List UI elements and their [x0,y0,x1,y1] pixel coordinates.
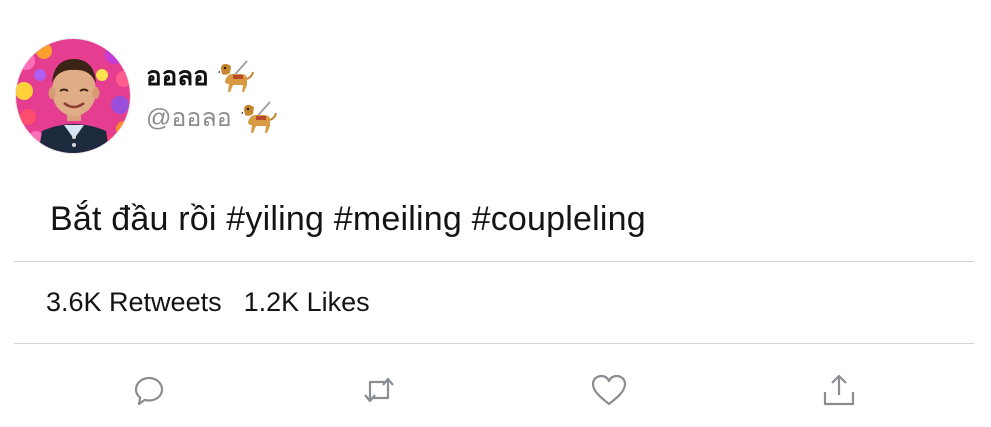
divider-bottom [14,343,974,344]
like-button[interactable] [589,370,629,410]
heart-icon [591,374,627,406]
avatar-image [16,39,130,153]
avatar[interactable] [15,38,131,154]
divider-top [14,261,974,262]
share-icon [823,374,855,406]
share-button[interactable] [819,370,859,410]
guide-dog-icon [240,100,278,136]
guide-dog-icon [217,59,255,95]
reply-icon [134,376,164,406]
tweet-text: Bắt đầu rồi #yiling #meiling #coupleling [50,200,646,238]
handle-row[interactable]: @ออลอ [146,98,278,138]
tweet-card: ออลอ @ออลอ Bắt đầu rồi #yiling #meiling … [0,0,991,427]
display-name[interactable]: ออลอ [146,56,209,97]
retweet-button[interactable] [359,370,399,410]
retweet-icon [364,377,394,403]
display-name-row[interactable]: ออลอ [146,56,255,97]
engagement-stats: 3.6K Retweets 1.2K Likes [46,287,370,318]
retweet-count[interactable]: 3.6K Retweets [46,287,222,318]
like-count[interactable]: 1.2K Likes [244,287,370,318]
user-handle[interactable]: @ออลอ [146,98,232,138]
reply-button[interactable] [129,370,169,410]
